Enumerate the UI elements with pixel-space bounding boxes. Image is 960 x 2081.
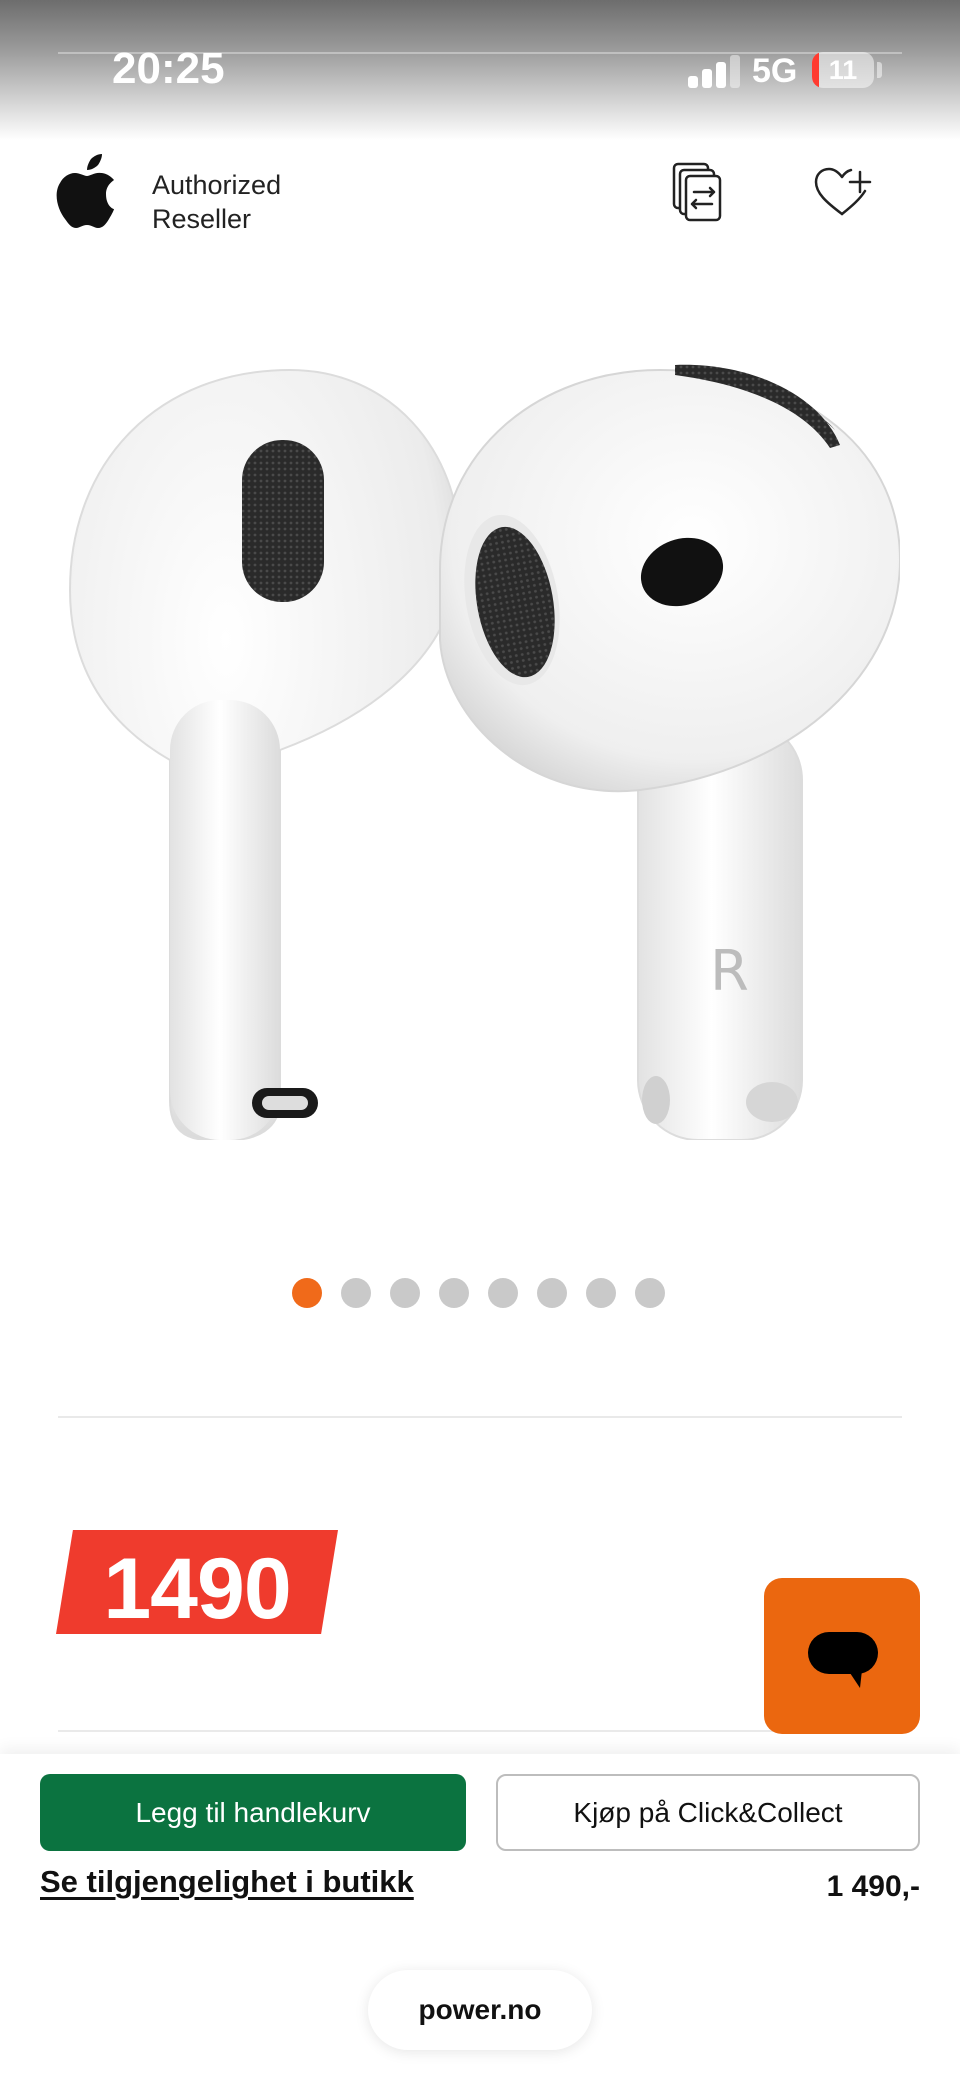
add-to-cart-button[interactable]: Legg til handlekurv	[40, 1774, 466, 1851]
carousel-dots	[292, 1278, 672, 1310]
reseller-line-2: Reseller	[152, 204, 252, 234]
carousel-dot[interactable]	[488, 1278, 518, 1308]
network-type: 5G	[752, 52, 798, 90]
reseller-line-1: Authorized	[152, 170, 282, 200]
store-availability-link[interactable]: Se tilgjengelighet i butikk	[40, 1864, 414, 1900]
carousel-dot[interactable]	[537, 1278, 567, 1308]
product-image[interactable]: R	[60, 340, 900, 1140]
carousel-dot[interactable]	[341, 1278, 371, 1308]
price-value: 1490	[103, 1541, 291, 1637]
authorized-reseller-label: Authorized Reseller	[152, 168, 281, 236]
battery-level: 11	[828, 55, 858, 85]
status-bar: 20:25 5G 11	[0, 0, 960, 140]
browser-url-bar[interactable]: power.no	[368, 1970, 592, 2050]
carousel-dot[interactable]	[635, 1278, 665, 1308]
carousel-dot[interactable]	[292, 1278, 322, 1308]
battery-icon: 11	[812, 52, 874, 88]
stem-letter: R	[710, 939, 749, 1004]
product-page: 20:25 5G 11 Authorized Reseller R 1490 L…	[0, 0, 960, 2081]
chat-bubble-icon	[808, 1632, 878, 1688]
signal-bars-icon	[688, 54, 740, 88]
carousel-dot[interactable]	[390, 1278, 420, 1308]
footer-price: 1 490,-	[826, 1870, 920, 1903]
divider	[58, 1416, 902, 1418]
carousel-dot[interactable]	[586, 1278, 616, 1308]
heart-plus-icon[interactable]	[810, 160, 874, 224]
price-badge: 1490	[56, 1530, 338, 1637]
status-time: 20:25	[112, 44, 225, 93]
apple-logo-icon	[56, 154, 114, 228]
chat-button[interactable]	[764, 1578, 920, 1734]
click-collect-button[interactable]: Kjøp på Click&Collect	[496, 1774, 920, 1851]
carousel-dot[interactable]	[439, 1278, 469, 1308]
battery-nub	[877, 62, 882, 78]
bottom-action-bar: Legg til handlekurv Kjøp på Click&Collec…	[0, 1754, 960, 2081]
compare-icon[interactable]	[666, 160, 730, 224]
